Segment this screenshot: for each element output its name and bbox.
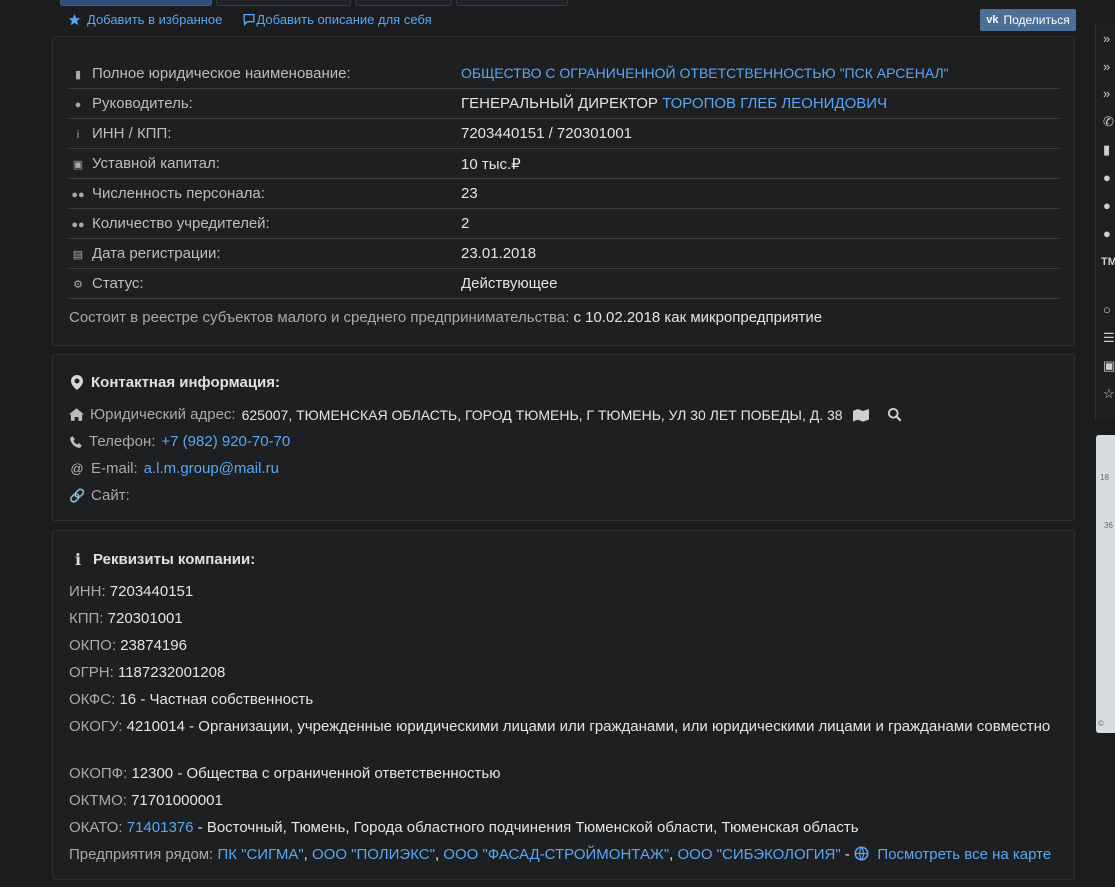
map-marker-icon — [71, 375, 83, 390]
phone-link[interactable]: +7 (982) 920-70-70 — [161, 433, 290, 450]
req-oktmo: ОКТМО: 71701000001 — [69, 792, 223, 809]
add-description-link[interactable]: Добавить описание для себя — [242, 12, 432, 27]
map-widget[interactable]: 18 36 © — [1096, 435, 1115, 733]
cogs-icon: ⚙ — [73, 279, 83, 291]
row-status: ⚙ Статус: Действующее — [69, 268, 1059, 299]
nearby-company-link[interactable]: ООО "ПОЛИЭКС" — [312, 846, 435, 863]
director-link[interactable]: ТОРОПОВ ГЛЕБ ЛЕОНИДОВИЧ — [662, 95, 887, 112]
share-button[interactable]: vk Поделиться — [980, 9, 1076, 31]
company-info-panel: ▮ Полное юридическое наименование: ОБЩЕСТ… — [52, 36, 1075, 346]
link-icon: 🔗 — [69, 487, 86, 503]
contact-address: Юридический адрес: 625007, ТЮМЕНСКАЯ ОБЛ… — [69, 406, 902, 423]
chevrons-icon[interactable]: » — [1103, 87, 1110, 101]
req-okogu: ОКОГУ: 4210014 - Организации, учрежденны… — [69, 718, 1051, 735]
top-actions: Добавить в избранное Добавить описание д… — [67, 12, 432, 27]
okato-link[interactable]: 71401376 — [127, 819, 194, 836]
home-icon — [69, 408, 84, 421]
requisites-panel: i Реквизиты компании: ИНН: 7203440151 КП… — [52, 530, 1075, 880]
users-icon[interactable]: ● — [1103, 227, 1111, 241]
row-staff: ●● Численность персонала: 23 — [69, 178, 1059, 209]
search-icon[interactable] — [887, 407, 902, 422]
fullname-link[interactable]: ОБЩЕСТВО С ОГРАНИЧЕННОЙ ОТВЕТСТВЕННОСТЬЮ… — [461, 65, 949, 81]
star-outline-icon[interactable]: ☆ — [1103, 387, 1115, 401]
document-icon: ▮ — [74, 69, 82, 81]
email-link[interactable]: a.l.m.group@mail.ru — [144, 460, 279, 477]
row-director: ● Руководитель: ГЕНЕРАЛЬНЫЙ ДИРЕКТОР ТОРО… — [69, 88, 1059, 119]
contact-phone: Телефон: +7 (982) 920-70-70 — [69, 433, 290, 450]
contact-email: @ E-mail: a.l.m.group@mail.ru — [70, 460, 279, 477]
req-kpp: КПП: 720301001 — [69, 610, 183, 627]
money-icon: ▣ — [72, 159, 84, 171]
requisites-title: i Реквизиты компании: — [71, 550, 255, 569]
contacts-panel: Контактная информация: Юридический адрес… — [52, 354, 1075, 521]
map-icon[interactable] — [852, 408, 869, 422]
contact-card-icon[interactable]: ▣ — [1103, 359, 1115, 373]
view-on-map-link[interactable]: Посмотреть все на карте — [877, 846, 1051, 863]
user-icon[interactable]: ● — [1103, 171, 1111, 185]
info-icon: i — [74, 550, 82, 569]
chevrons-icon[interactable]: » — [1103, 60, 1110, 74]
vk-icon: vk — [986, 14, 999, 26]
phone-icon — [70, 435, 82, 448]
smsp-status: Состоит в реестре субъектов малого и сре… — [69, 309, 823, 326]
tab-3[interactable] — [355, 0, 452, 6]
req-ogrn: ОГРН: 1187232001208 — [69, 664, 226, 681]
list-icon[interactable]: ☰ — [1103, 331, 1115, 345]
at-icon: @ — [70, 461, 84, 476]
req-okpo: ОКПО: 23874196 — [69, 637, 187, 654]
trademark-label[interactable]: TM — [1101, 255, 1115, 269]
row-inn-kpp: i ИНН / КПП: 7203440151 / 720301001 — [69, 118, 1059, 149]
map-marker-icon[interactable]: ● — [1103, 199, 1111, 213]
users-icon: ●● — [71, 189, 85, 201]
row-fullname: ▮ Полное юридическое наименование: ОБЩЕСТ… — [69, 59, 1059, 89]
globe-icon[interactable]: ○ — [1103, 303, 1111, 317]
tab-active[interactable] — [60, 0, 212, 6]
info-table: ▮ Полное юридическое наименование: ОБЩЕСТ… — [69, 59, 1059, 299]
nearby-company-link[interactable]: ПК "СИГМА" — [217, 846, 303, 863]
nearby-company-link[interactable]: ООО "ФАСАД-СТРОЙМОНТАЖ" — [443, 846, 669, 863]
req-okfs: ОКФС: 16 - Частная собственность — [69, 691, 314, 708]
globe-icon — [854, 846, 869, 861]
star-icon — [68, 13, 81, 25]
req-inn: ИНН: 7203440151 — [69, 583, 194, 600]
contacts-title: Контактная информация: — [71, 374, 280, 391]
info-icon: i — [76, 129, 80, 141]
phone-icon[interactable]: ✆ — [1103, 115, 1114, 129]
chevrons-icon[interactable]: » — [1103, 32, 1110, 46]
user-icon: ● — [74, 99, 82, 111]
req-nearby: Предприятия рядом: ПК "СИГМА", ООО "ПОЛИ… — [69, 846, 1052, 863]
right-sidebar: » » » ✆ ▮ ● ● ● TM ○ ☰ ▣ ☆ — [1095, 25, 1115, 420]
nearby-company-link[interactable]: ООО "СИБЭКОЛОГИЯ" — [678, 846, 841, 863]
row-founders: ●● Количество учредителей: 2 — [69, 208, 1059, 239]
req-okato: ОКАТО: 71401376 - Восточный, Тюмень, Гор… — [69, 819, 859, 836]
tab-4[interactable] — [456, 0, 568, 6]
row-regdate: ▤ Дата регистрации: 23.01.2018 — [69, 238, 1059, 269]
req-okopf: ОКОПФ: 12300 - Общества с ограниченной о… — [69, 765, 501, 782]
document-icon[interactable]: ▮ — [1103, 143, 1110, 157]
users-icon: ●● — [71, 219, 85, 231]
tab-2[interactable] — [216, 0, 351, 6]
row-capital: ▣ Уставной капитал: 10 тыс.₽ — [69, 148, 1059, 179]
contact-site: 🔗 Сайт: — [69, 487, 130, 504]
list-icon: ▤ — [72, 249, 84, 261]
comment-icon — [243, 13, 255, 26]
add-favorite-link[interactable]: Добавить в избранное — [67, 12, 222, 27]
